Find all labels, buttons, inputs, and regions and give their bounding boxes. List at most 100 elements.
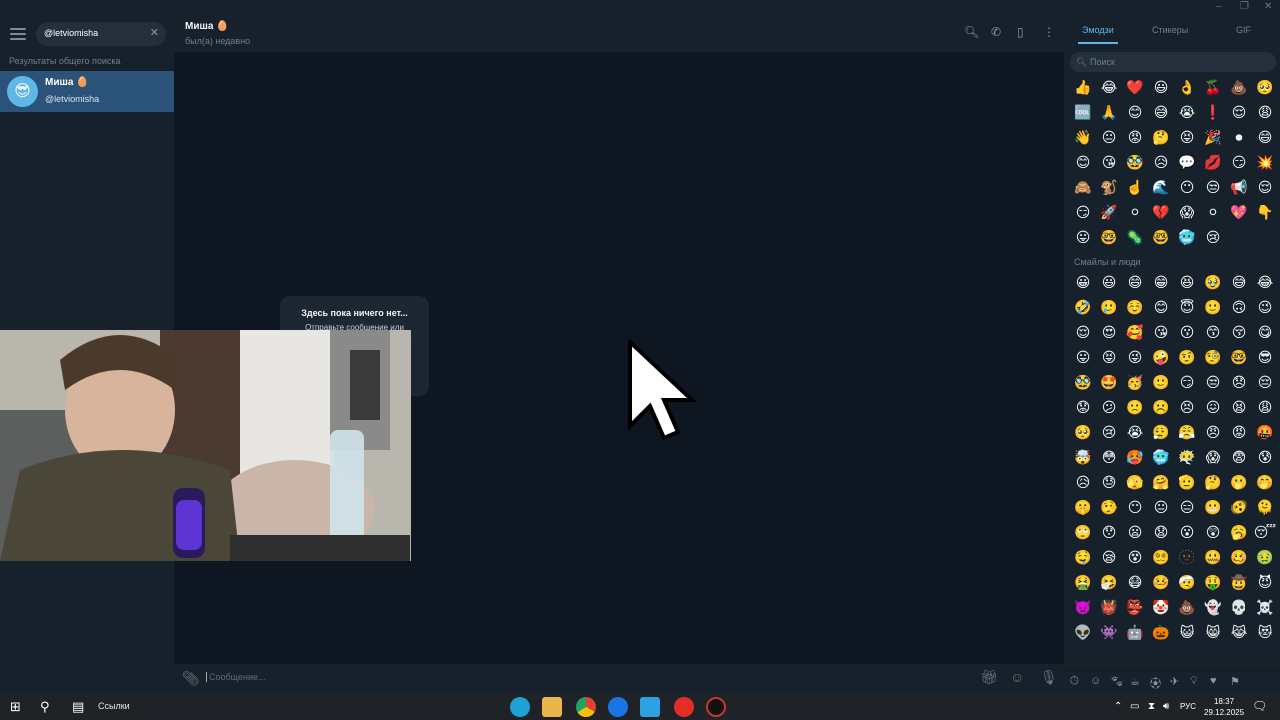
emoji-item[interactable]: 😗 [1174, 321, 1200, 346]
emoji-item[interactable]: 😍 [1096, 321, 1122, 346]
message-input[interactable]: Сообщение... [206, 672, 265, 682]
emoji-item[interactable]: 😌 [1252, 176, 1278, 201]
wifi-icon[interactable]: ⧗ [1148, 701, 1155, 712]
emoji-item[interactable]: 😵 [1122, 546, 1148, 571]
emoji-item[interactable]: 🤮 [1070, 571, 1096, 596]
emoji-item[interactable]: 😝 [1096, 346, 1122, 371]
emoji-item[interactable]: 😘 [1096, 151, 1122, 176]
emoji-item[interactable]: 😈 [1252, 571, 1278, 596]
emoji-item[interactable]: 👹 [1096, 596, 1122, 621]
sidebar-toggle-icon[interactable]: ▯ [1017, 25, 1024, 39]
emoji-item[interactable]: 👿 [1070, 596, 1096, 621]
emoji-item[interactable]: ❗ [1200, 101, 1226, 126]
emoji-item[interactable]: 😄 [1122, 271, 1148, 296]
emoji-item[interactable]: 💋 [1200, 151, 1226, 176]
emoji-item[interactable]: 🌊 [1148, 176, 1174, 201]
clock[interactable]: 18:37 29.12.2025 [1204, 696, 1244, 718]
emoji-item[interactable]: 😌 [1226, 101, 1252, 126]
taskbar-search-label[interactable]: Ссылки [98, 701, 130, 711]
emoji-item[interactable]: 👽 [1070, 621, 1096, 646]
emoji-item[interactable]: 😫 [1226, 396, 1252, 421]
emoji-item[interactable]: 👺 [1122, 596, 1148, 621]
emoji-item[interactable]: 👌 [1174, 76, 1200, 101]
emoji-item[interactable]: 🫨 [1226, 496, 1252, 521]
gift-icon[interactable]: 🎁︎ [980, 669, 998, 686]
volume-icon[interactable]: 🔊︎ [1163, 701, 1169, 712]
objects-category-icon[interactable]: 💡︎ [1190, 675, 1198, 688]
emoji-item[interactable]: 😷 [1122, 571, 1148, 596]
emoji-item[interactable]: 👍 [1070, 76, 1096, 101]
emoji-item[interactable]: 💥 [1252, 151, 1278, 176]
emoji-item[interactable]: 😑 [1174, 496, 1200, 521]
emoji-item[interactable]: ☠️ [1252, 596, 1278, 621]
emoji-item[interactable]: 😜 [1122, 346, 1148, 371]
emoji-item[interactable]: 😃 [1096, 271, 1122, 296]
tab-emoji[interactable]: Эмодзи [1082, 25, 1114, 35]
minimize-button[interactable]: – [1216, 1, 1222, 12]
checkmark-app-icon[interactable] [608, 697, 628, 717]
emoji-item[interactable]: 😒 [1200, 176, 1226, 201]
emoji-item[interactable]: ☝️ [1122, 176, 1148, 201]
emoji-item[interactable]: 🙃 [1226, 296, 1252, 321]
emoji-item[interactable]: 😊 [1070, 151, 1096, 176]
telegram-app-icon[interactable] [640, 697, 660, 717]
emoji-item[interactable]: 💖 [1226, 201, 1252, 226]
emoji-item[interactable]: 😻 [1252, 621, 1278, 646]
emoji-item[interactable]: 😏 [1226, 151, 1252, 176]
obs-app-icon[interactable] [706, 697, 726, 717]
emoji-item[interactable]: 🐒 [1096, 176, 1122, 201]
emoji-item[interactable]: 😉 [1252, 296, 1278, 321]
emoji-item[interactable]: 🤓 [1096, 226, 1122, 251]
emoji-item[interactable]: 🙂 [1200, 296, 1226, 321]
emoji-item[interactable]: 😓 [1096, 471, 1122, 496]
search-taskbar-icon[interactable]: ⚲ [40, 699, 50, 715]
emoji-item[interactable]: ⚪ [1122, 201, 1148, 226]
emoji-item[interactable]: 🚀 [1096, 201, 1122, 226]
emoji-item[interactable]: 😶 [1122, 496, 1148, 521]
emoji-item[interactable]: 🥸 [1070, 371, 1096, 396]
search-input[interactable]: @letviomisha ✕ [36, 22, 166, 46]
emoji-item[interactable]: 😩 [1252, 101, 1278, 126]
yandex-app-icon[interactable] [674, 697, 694, 717]
task-view-icon[interactable]: ▤ [72, 699, 84, 715]
animals-category-icon[interactable]: 🐾︎ [1110, 675, 1124, 688]
emoji-item[interactable]: ❤️ [1122, 76, 1148, 101]
emoji-item[interactable]: 🎉 [1200, 126, 1226, 151]
emoji-item[interactable]: 💀 [1226, 596, 1252, 621]
recent-category-icon[interactable]: 🕒︎ [1070, 675, 1079, 688]
emoji-item[interactable]: 🥵 [1122, 446, 1148, 471]
emoji-item[interactable]: 🙏 [1096, 101, 1122, 126]
flags-category-icon[interactable]: ⚑ [1230, 675, 1240, 688]
emoji-item[interactable]: 💔 [1148, 201, 1174, 226]
emoji-item[interactable]: 😡 [1122, 126, 1148, 151]
emoji-item[interactable]: 😏 [1070, 201, 1096, 226]
emoji-item[interactable]: 😤 [1174, 421, 1200, 446]
emoji-item[interactable]: 🥴 [1226, 546, 1252, 571]
emoji-item[interactable]: 🥳 [1122, 371, 1148, 396]
emoji-item[interactable]: 🎃 [1148, 621, 1174, 646]
emoji-item[interactable]: 🤔 [1200, 471, 1226, 496]
emoji-item[interactable]: 🤑 [1200, 571, 1226, 596]
emoji-item[interactable]: 😮‍💨 [1148, 421, 1174, 446]
emoji-item[interactable]: 😎 [1252, 346, 1278, 371]
close-window-button[interactable]: ✕ [1264, 1, 1272, 12]
emoji-item[interactable]: 🤖 [1122, 621, 1148, 646]
emoji-item[interactable]: 😨 [1226, 446, 1252, 471]
emoji-item[interactable]: 🙈 [1070, 176, 1096, 201]
emoji-item[interactable]: 😥 [1070, 471, 1096, 496]
emoji-item[interactable]: 😺 [1174, 621, 1200, 646]
emoji-item[interactable]: 😏 [1174, 371, 1200, 396]
emoji-item[interactable]: 🆒 [1070, 101, 1096, 126]
emoji-item[interactable]: 🙁 [1122, 396, 1148, 421]
emoji-item[interactable]: 😐 [1148, 496, 1174, 521]
file-explorer-icon[interactable] [542, 697, 562, 717]
emoji-item[interactable]: ⏺ [1226, 126, 1252, 151]
emoji-item[interactable]: 😡 [1226, 421, 1252, 446]
emoji-item[interactable]: 🤒 [1148, 571, 1174, 596]
emoji-item[interactable]: 😹 [1226, 621, 1252, 646]
emoji-item[interactable]: 🥰 [1122, 321, 1148, 346]
emoji-item[interactable]: 💩 [1174, 596, 1200, 621]
emoji-item[interactable]: 😰 [1252, 446, 1278, 471]
emoji-item[interactable]: 🥲 [1096, 296, 1122, 321]
emoji-item[interactable]: 😋 [1252, 321, 1278, 346]
